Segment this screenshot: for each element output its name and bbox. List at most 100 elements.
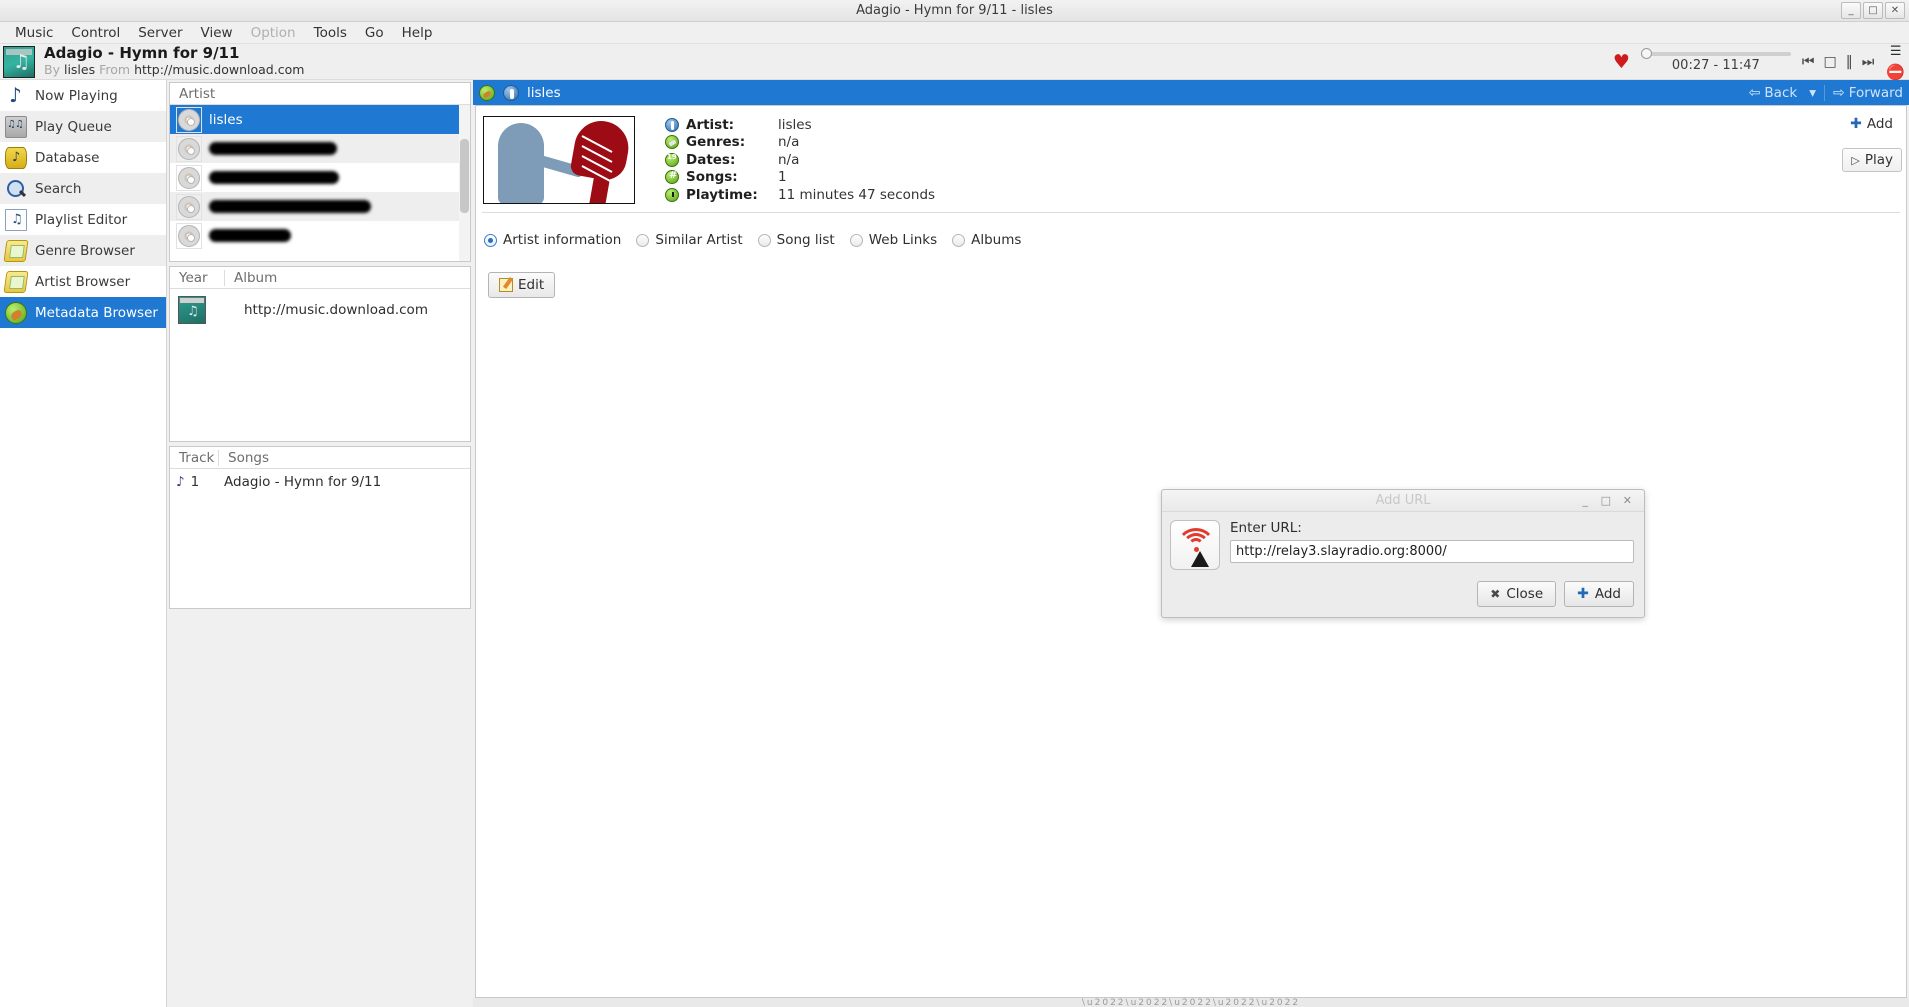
artist-list-body[interactable]: lisles (170, 105, 470, 261)
info-label: Artist: (686, 116, 735, 133)
dialog-title: Add URL (1375, 493, 1431, 508)
guitar-icon (5, 301, 27, 324)
songs-column-header[interactable]: Songs (218, 449, 470, 466)
info-value: lisles (778, 116, 812, 133)
artist-row-lisles[interactable]: lisles (170, 105, 470, 134)
dialog-close-button[interactable]: ✖ Close (1477, 581, 1557, 607)
menu-server[interactable]: Server (129, 23, 191, 43)
menu-go[interactable]: Go (356, 23, 393, 43)
track-column-header[interactable]: Track (170, 450, 218, 466)
dialog-close-icon[interactable]: ✕ (1623, 494, 1632, 507)
add-url-dialog[interactable]: Add URL _ □ ✕ Enter URL: http://relay3.s… (1161, 489, 1645, 618)
sidebar-item-search[interactable]: Search (0, 173, 166, 204)
sidebar-item-label: Database (35, 149, 100, 166)
tab-albums[interactable]: Albums (952, 232, 1031, 248)
add-label: Add (1866, 116, 1893, 132)
sidebar-item-label: Playlist Editor (35, 211, 128, 228)
year-column-header[interactable]: Year (170, 270, 224, 286)
person-icon (665, 117, 679, 132)
menu-tools[interactable]: Tools (305, 23, 356, 43)
menu-view[interactable]: View (192, 23, 242, 43)
artist-row[interactable] (170, 192, 470, 221)
tab-label: Web Links (868, 232, 938, 248)
sidebar-item-genre-browser[interactable]: Genre Browser (0, 235, 166, 266)
seek-knob[interactable] (1640, 47, 1652, 59)
artist-list-scrollbar[interactable] (459, 105, 470, 261)
album-list-header: Year Album (170, 267, 470, 289)
songs-list-panel: Track Songs ♪ 1 Adagio - Hymn for 9/11 (169, 446, 471, 609)
tab-song-list[interactable]: Song list (757, 232, 845, 248)
url-input[interactable] (1230, 540, 1634, 563)
album-cover-thumbnail[interactable] (3, 45, 35, 78)
play-button[interactable]: ▷ Play (1842, 148, 1902, 172)
sidebar-item-metadata-browser[interactable]: Metadata Browser (0, 297, 166, 328)
tab-web-links[interactable]: Web Links (849, 232, 947, 248)
dialog-maximize-button[interactable]: □ (1601, 494, 1611, 507)
song-row[interactable]: ♪ 1 Adagio - Hymn for 9/11 (170, 469, 470, 495)
dialog-titlebar: Add URL _ □ ✕ (1162, 490, 1644, 512)
add-button[interactable]: ✚ Add (1841, 112, 1902, 136)
edit-button[interactable]: Edit (488, 272, 556, 298)
sidebar-item-label: Play Queue (35, 118, 112, 135)
close-x-icon: ✖ (1490, 587, 1501, 601)
back-button[interactable]: ⇦ Back (1745, 85, 1802, 101)
favorite-heart-icon[interactable]: ♥ (1613, 51, 1630, 73)
now-playing-source: http://music.download.com (134, 61, 305, 77)
close-button[interactable]: ✕ (1885, 2, 1905, 19)
sidebar: Now Playing Play Queue Database Search P… (0, 80, 167, 1007)
album-column-header[interactable]: Album (224, 269, 470, 286)
sidebar-item-play-queue[interactable]: Play Queue (0, 111, 166, 142)
info-row-dates: Dates: n/a (665, 151, 935, 169)
artist-column-header[interactable]: Artist (170, 86, 215, 102)
artist-row[interactable] (170, 134, 470, 163)
tab-label: Artist information (503, 232, 622, 248)
navigation-buttons: ⇦ Back ▾ ⇨ Forward (1745, 80, 1909, 105)
next-track-icon[interactable]: ⏭ (1862, 54, 1875, 70)
radio-dot-icon (849, 233, 863, 247)
pane-resize-grip[interactable]: \u2022\u2022\u2022\u2022\u2022 (473, 998, 1909, 1007)
sidebar-item-now-playing[interactable]: Now Playing (0, 80, 166, 111)
scrollbar-thumb[interactable] (460, 139, 469, 213)
seek-slider[interactable] (1640, 47, 1791, 59)
artist-row[interactable] (170, 163, 470, 192)
menu-help[interactable]: Help (393, 23, 442, 43)
pause-icon[interactable]: ‖ (1846, 54, 1853, 70)
sidebar-item-playlist-editor[interactable]: Playlist Editor (0, 204, 166, 235)
sidebar-item-database[interactable]: Database (0, 142, 166, 173)
dialog-minimize-button[interactable]: _ (1583, 494, 1589, 507)
breadcrumb: lisles (527, 84, 561, 101)
dialog-add-button[interactable]: ✚ Add (1564, 581, 1634, 607)
radio-dot-icon (636, 233, 650, 247)
album-list-body[interactable]: http://music.download.com (170, 289, 470, 441)
tab-similar-artist[interactable]: Similar Artist (636, 232, 752, 248)
songs-list-body[interactable]: ♪ 1 Adagio - Hymn for 9/11 (170, 469, 470, 608)
main-body: Now Playing Play Queue Database Search P… (0, 80, 1909, 1007)
back-dropdown-button[interactable]: ▾ (1805, 85, 1820, 101)
window-controls: _ □ ✕ (1841, 2, 1905, 19)
cd-icon (178, 108, 200, 131)
by-label: By (44, 61, 60, 77)
sidebar-item-label: Metadata Browser (35, 304, 158, 321)
artist-info-list: Artist: lisles Genres: n/a Dates: n/a (665, 116, 935, 204)
album-row[interactable]: http://music.download.com (170, 289, 470, 331)
forward-button[interactable]: ⇨ Forward (1829, 85, 1907, 101)
artist-row[interactable] (170, 221, 470, 250)
cd-icon-box (176, 222, 202, 249)
previous-track-icon[interactable]: ⏮ (1802, 54, 1815, 70)
info-row-playtime: Playtime: 11 minutes 47 seconds (665, 186, 935, 204)
play-label: Play (1864, 152, 1893, 168)
maximize-button[interactable]: □ (1863, 2, 1883, 19)
now-playing-artist: lisles (63, 61, 96, 77)
window-title: Adagio - Hymn for 9/11 - lisles (856, 3, 1053, 18)
menu-control[interactable]: Control (62, 23, 129, 43)
stop-icon[interactable]: □ (1823, 54, 1836, 70)
menu-list-icon[interactable]: ☰ (1890, 44, 1902, 59)
sidebar-item-label: Genre Browser (35, 242, 135, 259)
song-title: Adagio - Hymn for 9/11 (224, 474, 382, 490)
no-entry-icon[interactable]: ⛔ (1886, 63, 1905, 81)
tab-artist-information[interactable]: Artist information (484, 232, 631, 248)
sidebar-item-artist-browser[interactable]: Artist Browser (0, 266, 166, 297)
minimize-button[interactable]: _ (1841, 2, 1861, 19)
menu-music[interactable]: Music (6, 23, 62, 43)
dialog-close-label: Close (1506, 586, 1544, 602)
